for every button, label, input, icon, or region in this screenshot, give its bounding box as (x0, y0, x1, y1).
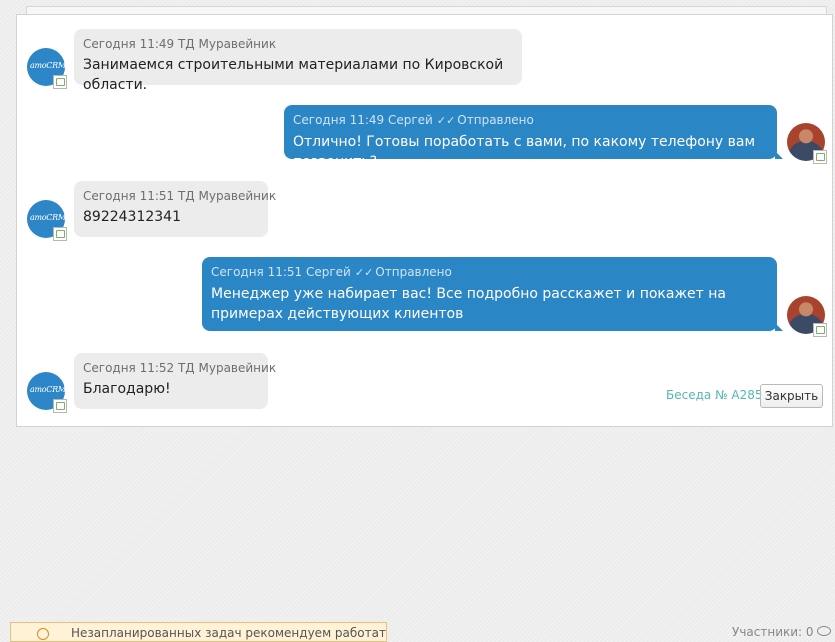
user-avatar (787, 123, 827, 164)
broken-image-icon (53, 399, 67, 413)
contact-avatar: amoCRM (27, 372, 67, 413)
participants-count: Участники: 0 (732, 625, 814, 639)
message-text: Менеджер уже набирает вас! Все подробно … (211, 286, 727, 322)
message-meta: Сегодня 11:49 ТД Муравейник (83, 37, 277, 51)
contact-avatar: amoCRM (27, 48, 67, 89)
message-meta: Сегодня 11:51 Сергей ✓✓ Отправлено (211, 265, 768, 280)
broken-image-icon (813, 150, 827, 164)
user-avatar (787, 296, 827, 337)
tasks-warning-banner[interactable]: Незапланированных задач рекомендуем рабо… (10, 622, 387, 642)
message-bubble-outgoing: Сегодня 11:51 Сергей ✓✓ Отправлено Менедже… (202, 257, 783, 331)
contact-avatar: amoCRM (27, 200, 67, 241)
message-meta: Сегодня 11:49 Сергей ✓✓ Отправлено (293, 113, 768, 128)
message-meta: Сегодня 11:51 ТД Муравейник (83, 189, 277, 203)
message-status: Отправлено (375, 265, 452, 279)
amocrm-logo: amoCRM (30, 213, 66, 222)
message-meta: Сегодня 11:52 ТД Муравейник (83, 361, 277, 375)
double-check-icon: ✓✓ (354, 266, 374, 279)
warning-icon (37, 628, 49, 640)
chat-panel: amoCRM Сегодня 11:49 ТД Муравейник Заним… (16, 14, 833, 427)
broken-image-icon (53, 75, 67, 89)
broken-image-icon (53, 227, 67, 241)
message-author-time: Сегодня 11:51 Сергей (211, 265, 351, 279)
message-text: 89224312341 (83, 209, 181, 225)
amocrm-logo: amoCRM (30, 61, 66, 70)
broken-image-icon (813, 323, 827, 337)
warning-text: Незапланированных задач рекомендуем рабо… (71, 626, 387, 640)
message-bubble-incoming: Сегодня 11:51 ТД Муравейник 89224312341 (74, 181, 277, 237)
message-bubble-incoming: Сегодня 11:49 ТД Муравейник Занимаемся с… (74, 29, 522, 93)
message-text: Благодарю! (83, 381, 171, 397)
message-text: Отлично! Готовы поработать с вами, по ка… (293, 134, 756, 170)
message-status: Отправлено (457, 113, 534, 127)
message-text: Занимаемся строительными материалами по … (83, 57, 504, 93)
double-check-icon: ✓✓ (436, 114, 456, 127)
conversation-link[interactable]: Беседа № А285 (666, 388, 762, 402)
message-bubble-outgoing: Сегодня 11:49 Сергей ✓✓ Отправлено Отлично… (284, 105, 783, 170)
message-author-time: Сегодня 11:49 Сергей (293, 113, 433, 127)
eye-icon[interactable] (817, 626, 831, 636)
message-bubble-incoming: Сегодня 11:52 ТД Муравейник Благодарю! (74, 353, 277, 409)
close-conversation-button[interactable]: Закрыть (760, 384, 823, 408)
amocrm-logo: amoCRM (30, 385, 66, 394)
